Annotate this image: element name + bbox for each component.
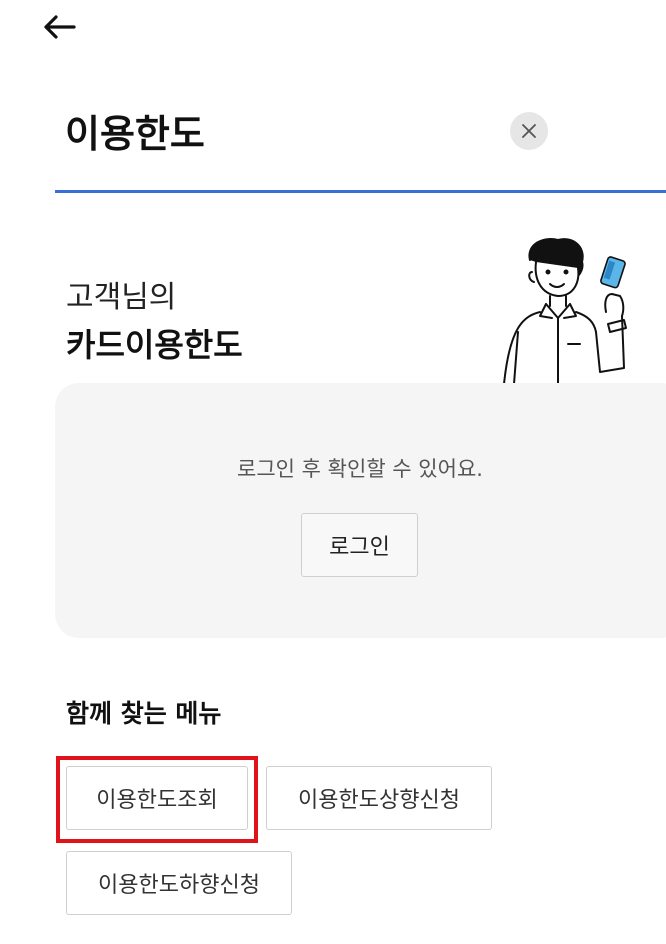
search-bar xyxy=(55,90,666,193)
greeting-title: 카드이용한도 xyxy=(66,326,243,364)
menu-chip-limit-decrease[interactable]: 이용한도하향신청 xyxy=(66,851,292,915)
related-menu-title: 함께 찾는 메뉴 xyxy=(66,699,222,728)
clear-search-button[interactable] xyxy=(510,112,548,150)
close-icon xyxy=(522,124,536,138)
login-button[interactable]: 로그인 xyxy=(301,513,418,577)
menu-chip-limit-increase[interactable]: 이용한도상향신청 xyxy=(266,766,492,830)
arrow-left-icon xyxy=(44,15,76,39)
login-panel: 로그인 후 확인할 수 있어요. 로그인 xyxy=(55,383,666,638)
greeting-subtitle: 고객님의 xyxy=(66,280,177,315)
back-button[interactable] xyxy=(40,10,80,44)
login-required-message: 로그인 후 확인할 수 있어요. xyxy=(237,457,483,481)
search-input[interactable] xyxy=(65,104,495,156)
menu-chip-limit-inquiry[interactable]: 이용한도조회 xyxy=(66,766,248,830)
person-holding-card-illustration xyxy=(503,238,627,384)
